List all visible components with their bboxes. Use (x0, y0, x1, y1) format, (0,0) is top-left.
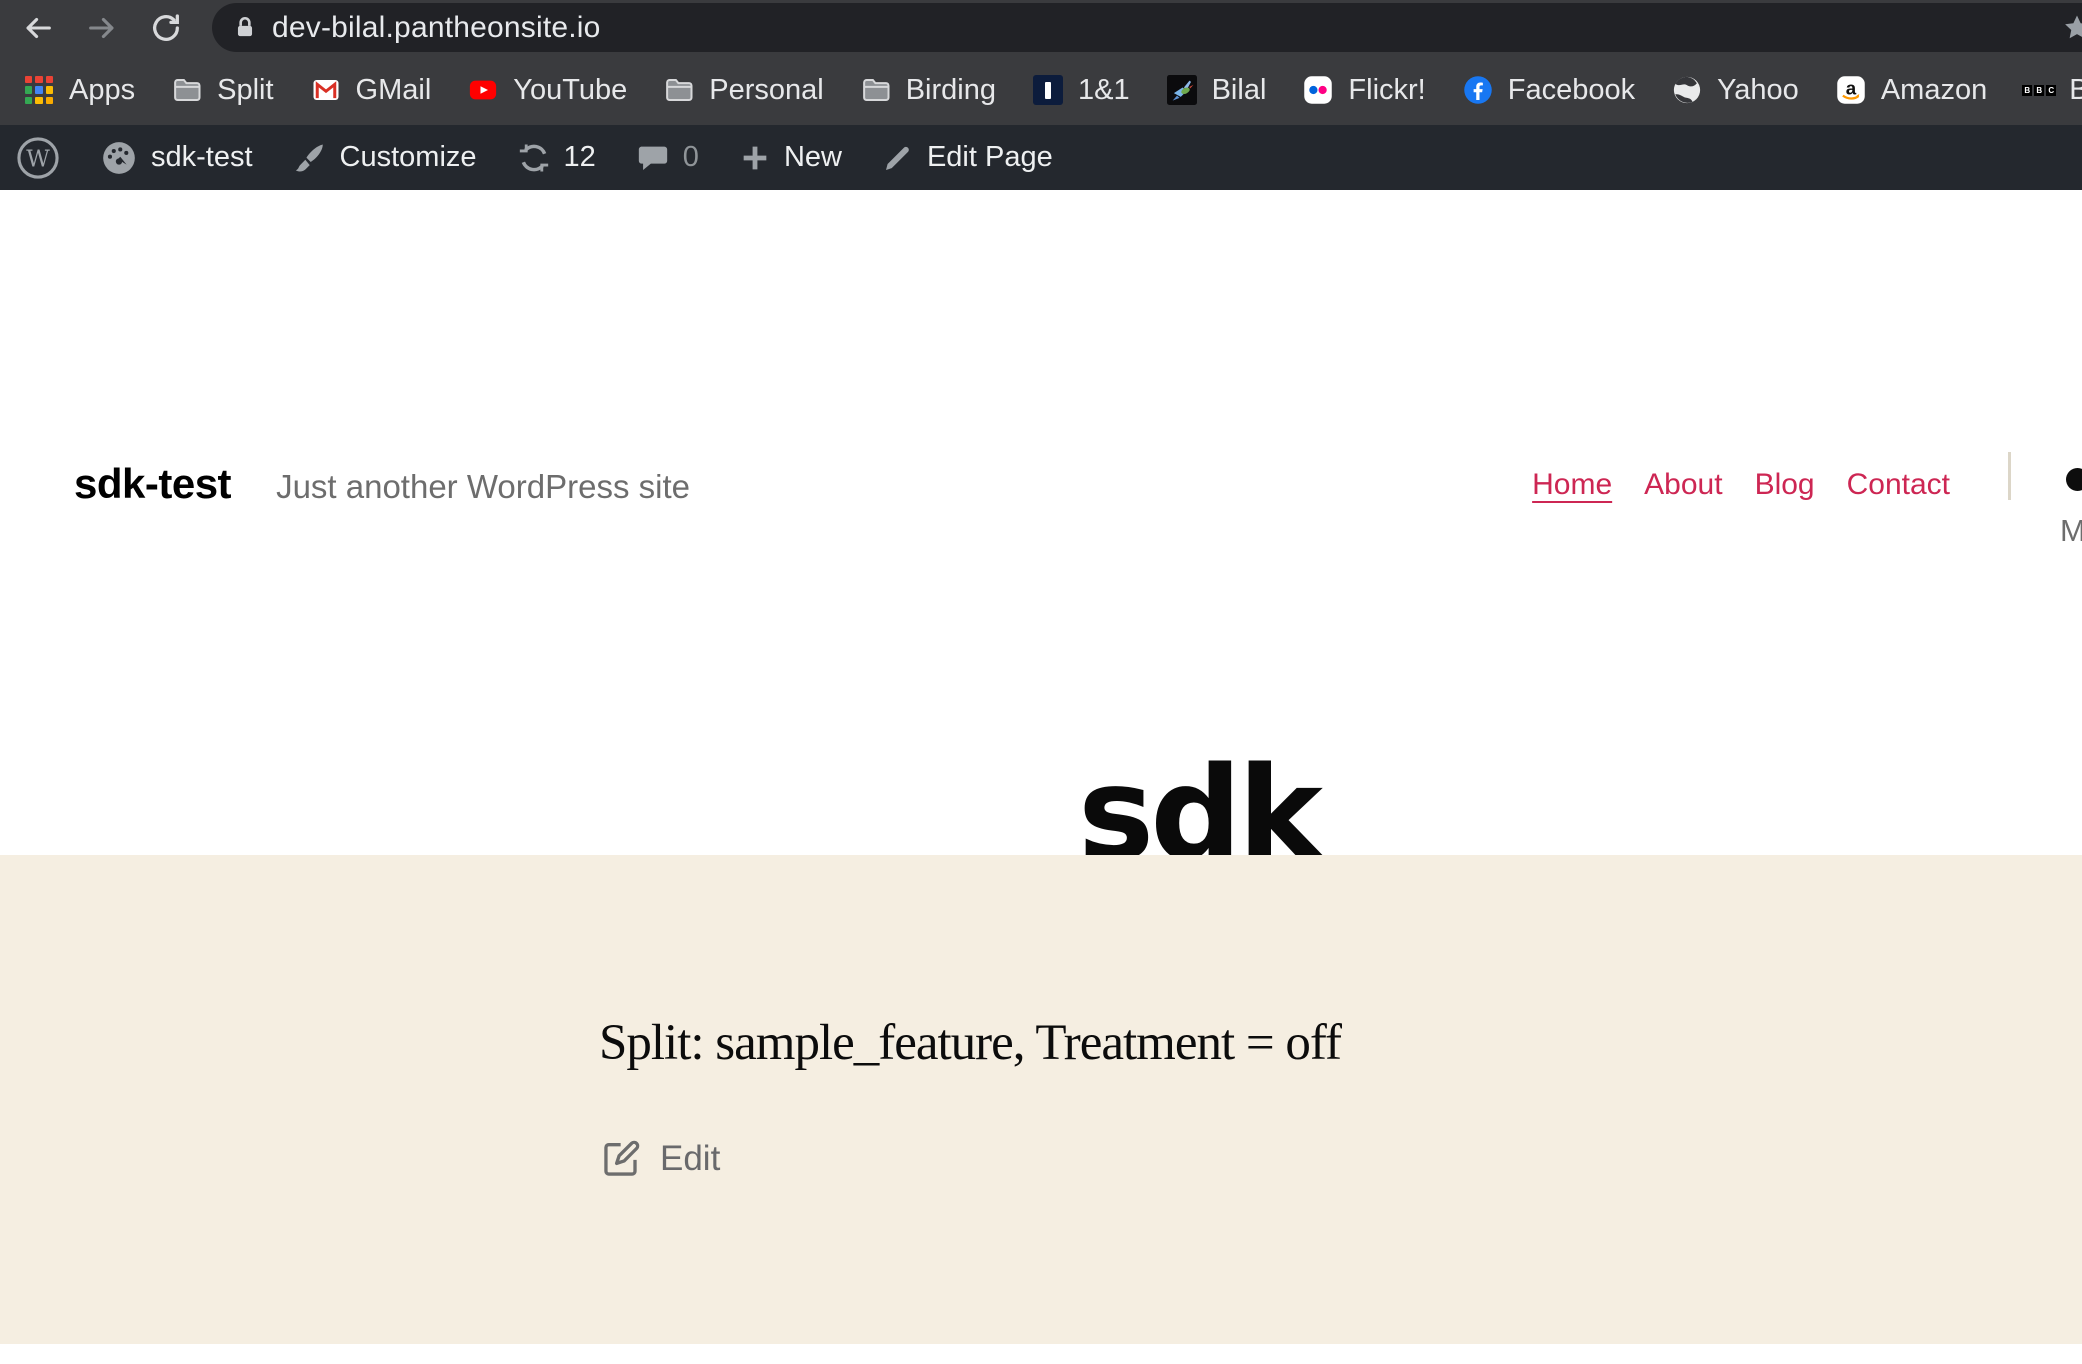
wp-logo-menu[interactable]: W (16, 136, 60, 180)
site-branding: sdk-test Just another WordPress site (74, 460, 690, 508)
flickr-icon (1303, 75, 1333, 105)
bookmark-split-folder[interactable]: Split (172, 74, 273, 107)
globe-icon (1672, 75, 1702, 105)
bookmark-flickr[interactable]: Flickr! (1303, 74, 1425, 107)
search-toggle-icon[interactable] (2066, 468, 2082, 491)
edit-page-menu[interactable]: Edit Page (882, 141, 1053, 174)
customize-label: Customize (340, 141, 477, 174)
plus-icon (739, 142, 771, 174)
bookmarks-bar: Apps Split GMail YouTube Personal Birdin… (0, 55, 2082, 125)
url-text: dev-bilal.pantheonsite.io (272, 11, 601, 45)
folder-icon (664, 75, 694, 105)
site-main: sdk-test Just another WordPress site Hom… (0, 190, 2082, 855)
new-content-menu[interactable]: New (739, 141, 842, 174)
edit-label: Edit (660, 1139, 720, 1179)
bookmark-personal-folder[interactable]: Personal (664, 74, 823, 107)
post-section (0, 855, 2082, 1344)
gauge-icon (100, 139, 138, 177)
comments-count: 0 (683, 141, 699, 174)
hummingbird-icon (1167, 75, 1197, 105)
updates-count: 12 (564, 141, 596, 174)
site-title[interactable]: sdk-test (74, 460, 231, 508)
gmail-icon (311, 75, 341, 105)
lock-icon (232, 15, 258, 41)
split-status-text: Split: sample_feature, Treatment = off (599, 1014, 1341, 1072)
folder-icon (172, 75, 202, 105)
wordpress-logo-icon: W (16, 136, 60, 180)
bookmark-yahoo[interactable]: Yahoo (1672, 74, 1799, 107)
youtube-icon (468, 75, 498, 105)
back-button[interactable] (20, 10, 56, 46)
bookmark-apps[interactable]: Apps (24, 74, 135, 107)
bbc-blocks-icon: BBC (2024, 75, 2054, 105)
edit-page-label: Edit Page (927, 141, 1053, 174)
nav-link-home[interactable]: Home (1532, 468, 1612, 502)
site-name-menu[interactable]: sdk-test (100, 139, 253, 177)
reload-button[interactable] (148, 10, 184, 46)
bookmark-star-button[interactable] (2062, 13, 2082, 48)
bookmark-amazon[interactable]: a Amazon (1836, 74, 1987, 107)
bookmark-1and1[interactable]: 1&1 (1033, 74, 1130, 107)
address-bar[interactable]: dev-bilal.pantheonsite.io (212, 3, 2082, 52)
apps-grid-icon (24, 75, 54, 105)
bookmark-gmail[interactable]: GMail (311, 74, 432, 107)
forward-button[interactable] (84, 10, 120, 46)
star-icon (2062, 13, 2082, 43)
amazon-icon: a (1836, 75, 1866, 105)
next-section-strip (0, 1344, 2082, 1364)
bookmark-facebook[interactable]: Facebook (1463, 74, 1635, 107)
update-icon (517, 141, 551, 175)
browser-chrome: dev-bilal.pantheonsite.io Apps Split GMa… (0, 0, 2082, 125)
pencil-icon (882, 142, 914, 174)
bookmark-youtube[interactable]: YouTube (468, 74, 627, 107)
forward-arrow-icon (85, 11, 119, 45)
comment-bubble-icon (636, 141, 670, 175)
site-name-label: sdk-test (151, 141, 253, 174)
nav-link-about[interactable]: About (1644, 468, 1722, 502)
one-and-one-icon (1033, 75, 1063, 105)
svg-text:a: a (1846, 77, 1857, 98)
bookmark-birding-folder[interactable]: Birding (861, 74, 996, 107)
bookmark-bilal[interactable]: Bilal (1167, 74, 1267, 107)
wp-admin-bar: W sdk-test Customize 12 0 New Edit Page (0, 125, 2082, 190)
paintbrush-icon (293, 141, 327, 175)
svg-text:W: W (26, 146, 50, 172)
site-tagline: Just another WordPress site (276, 468, 690, 506)
facebook-icon (1463, 75, 1493, 105)
nav-link-blog[interactable]: Blog (1755, 468, 1815, 502)
menu-toggle-clipped[interactable]: M (2060, 513, 2082, 549)
comments-menu[interactable]: 0 (636, 141, 699, 175)
reload-icon (149, 11, 183, 45)
back-arrow-icon (21, 11, 55, 45)
browser-toolbar: dev-bilal.pantheonsite.io (0, 0, 2082, 55)
new-label: New (784, 141, 842, 174)
primary-nav: Home About Blog Contact (1532, 468, 1950, 502)
customize-menu[interactable]: Customize (293, 141, 477, 175)
bookmark-bbc[interactable]: BBC BBC (2024, 74, 2082, 107)
header-divider (2008, 452, 2011, 500)
edit-post-link[interactable]: Edit (600, 1138, 720, 1180)
updates-menu[interactable]: 12 (517, 141, 596, 175)
edit-icon (600, 1138, 642, 1180)
folder-icon (861, 75, 891, 105)
nav-link-contact[interactable]: Contact (1847, 468, 1950, 502)
